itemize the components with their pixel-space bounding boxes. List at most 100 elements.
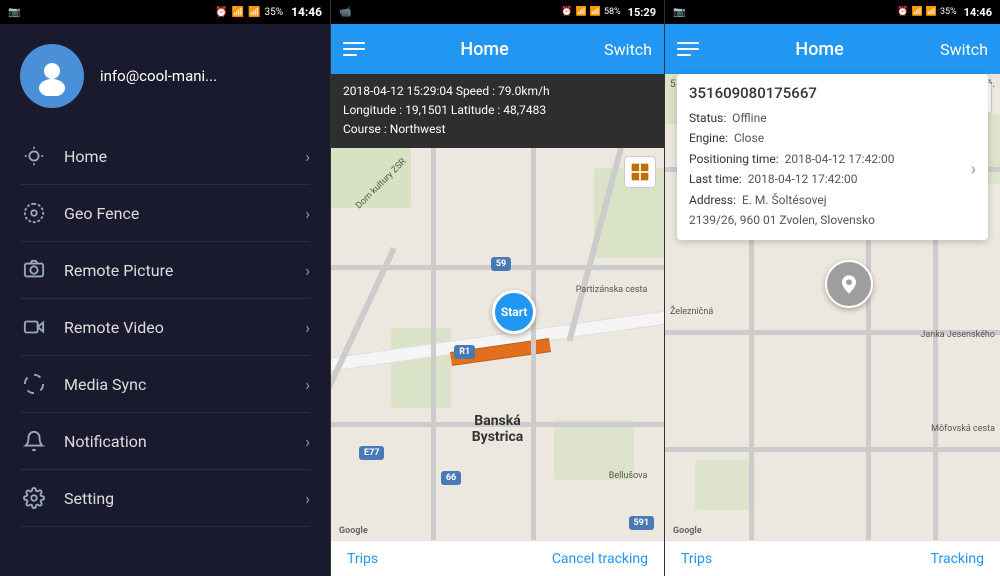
time-map: 15:29 bbox=[628, 6, 656, 19]
road-badge-r1: R1 bbox=[454, 345, 475, 359]
time-display: 14:46 bbox=[291, 5, 322, 19]
alarm-icon: ⏰ bbox=[215, 7, 227, 18]
hamburger-menu-device[interactable] bbox=[677, 42, 699, 56]
app-header-device: Home Switch bbox=[665, 24, 1000, 74]
status-bar-menu: 📷 ⏰ 📶 📶 35% 14:46 bbox=[0, 0, 330, 24]
status-icons-right: ⏰ 📶 📶 35% 14:46 bbox=[215, 5, 322, 19]
wifi-icon-map: 📶 bbox=[576, 7, 587, 17]
menu-item-home[interactable]: Home › bbox=[0, 128, 330, 184]
road-badge-59: 59 bbox=[491, 257, 511, 271]
trip-info-line1: 2018-04-12 15:29:04 Speed : 79.0km/h bbox=[343, 82, 652, 101]
tracking-link[interactable]: Tracking bbox=[931, 551, 984, 567]
bottom-bar-map: Trips Cancel tracking bbox=[331, 540, 664, 576]
avatar bbox=[20, 44, 84, 108]
map-container-trip: E77 R1 59 591 66 BanskáBystrica Dom kult… bbox=[331, 148, 664, 540]
battery-text: 35% bbox=[265, 7, 284, 18]
setting-chevron: › bbox=[305, 489, 310, 508]
hamburger-menu-map[interactable] bbox=[343, 42, 365, 56]
geo-fence-icon bbox=[20, 199, 48, 227]
engine-label: Engine: bbox=[689, 131, 728, 145]
switch-button-device[interactable]: Switch bbox=[940, 40, 988, 59]
menu-item-geo-fence[interactable]: Geo Fence › bbox=[0, 185, 330, 241]
address-detail: Address: E. M. Šoltésovej2139/26, 960 01… bbox=[689, 190, 971, 231]
profile-section: info@cool-mani... bbox=[0, 24, 330, 128]
geo-fence-chevron: › bbox=[305, 204, 310, 223]
city-label: BanskáBystrica bbox=[472, 413, 524, 445]
device-map-pin bbox=[825, 260, 873, 308]
status-bar-map: 📹 ⏰ 📶 📶 58% 15:29 bbox=[331, 0, 664, 24]
street-label-zeleznicna: Železničná bbox=[670, 307, 713, 317]
map-area-trip[interactable]: E77 R1 59 591 66 BanskáBystrica Dom kult… bbox=[331, 148, 664, 540]
status-icons-right-device: ⏰ 📶 📶 35% 14:46 bbox=[897, 6, 992, 19]
device-detail-row: Status: Offline Engine: Close Positionin… bbox=[689, 108, 976, 230]
trip-info-line2: Longitude : 19,1501 Latitude : 48,7483 bbox=[343, 101, 652, 120]
menu-item-setting[interactable]: Setting › bbox=[0, 470, 330, 526]
alarm-icon-device: ⏰ bbox=[897, 7, 908, 17]
home-chevron: › bbox=[305, 147, 310, 166]
last-time-detail: Last time: 2018-04-12 17:42:00 bbox=[689, 169, 971, 189]
detail-arrow-icon[interactable]: › bbox=[971, 159, 976, 180]
battery-map: 58% bbox=[604, 7, 621, 17]
signal-icon: 📶 bbox=[248, 7, 260, 18]
status-value: Offline bbox=[732, 111, 766, 125]
status-icons-left-map: 📹 bbox=[339, 7, 351, 18]
time-device: 14:46 bbox=[964, 6, 992, 19]
device-id: 351609080175667 bbox=[689, 84, 976, 102]
alarm-icon-map: ⏰ bbox=[561, 7, 572, 17]
home-icon bbox=[20, 142, 48, 170]
wifi-icon: 📶 bbox=[232, 7, 244, 18]
street-label-2: Partizánska cesta bbox=[576, 285, 648, 295]
camera-status-icon-device: 📷 bbox=[673, 7, 685, 18]
remote-video-chevron: › bbox=[305, 318, 310, 337]
remote-video-label: Remote Video bbox=[64, 318, 305, 337]
status-icons-left: 📷 bbox=[8, 7, 20, 18]
engine-detail: Engine: Close bbox=[689, 128, 971, 148]
signal-icon-map: 📶 bbox=[590, 7, 601, 17]
remote-picture-chevron: › bbox=[305, 261, 310, 280]
menu-item-notification[interactable]: Notification › bbox=[0, 413, 330, 469]
notification-label: Notification bbox=[64, 432, 305, 451]
menu-item-remote-picture[interactable]: Remote Picture › bbox=[0, 242, 330, 298]
setting-icon bbox=[20, 484, 48, 512]
last-value: 2018-04-12 17:42:00 bbox=[748, 172, 858, 186]
map-layer-button[interactable] bbox=[624, 156, 656, 188]
device-info-panel: 📷 ⏰ 📶 📶 35% 14:46 Home Switch 3516090801… bbox=[665, 0, 1000, 576]
header-title-device: Home bbox=[795, 39, 843, 60]
trips-link-map[interactable]: Trips bbox=[347, 551, 378, 567]
start-label: Start bbox=[492, 290, 536, 334]
street-label-janka: Janka Jesenského bbox=[920, 330, 995, 340]
remote-picture-icon bbox=[20, 256, 48, 284]
avatar-icon bbox=[32, 56, 72, 96]
status-icons-left-device: 📷 bbox=[673, 7, 685, 18]
positioning-detail: Positioning time: 2018-04-12 17:42:00 bbox=[689, 149, 971, 169]
road-badge-66: 66 bbox=[441, 471, 461, 485]
notification-chevron: › bbox=[305, 432, 310, 451]
menu-items-list: Home › Geo Fence › Remote Picture › bbox=[0, 128, 330, 576]
street-label-3: Bellušova bbox=[609, 471, 648, 481]
last-label: Last time: bbox=[689, 172, 742, 186]
status-detail: Status: Offline bbox=[689, 108, 971, 128]
menu-item-media-sync[interactable]: Media Sync › bbox=[0, 356, 330, 412]
wifi-icon-device: 📶 bbox=[912, 7, 923, 17]
engine-value: Close bbox=[734, 131, 764, 145]
address-label: Address: bbox=[689, 193, 736, 207]
camera-status-icon: 📷 bbox=[8, 7, 20, 18]
switch-button-map[interactable]: Switch bbox=[604, 40, 652, 59]
signal-icon-device: 📶 bbox=[926, 7, 937, 17]
device-details: Status: Offline Engine: Close Positionin… bbox=[689, 108, 971, 230]
app-header-map: Home Switch bbox=[331, 24, 664, 74]
cancel-tracking-link[interactable]: Cancel tracking bbox=[552, 551, 648, 567]
menu-item-remote-video[interactable]: Remote Video › bbox=[0, 299, 330, 355]
menu-panel: 📷 ⏰ 📶 📶 35% 14:46 info@cool-mani... bbox=[0, 0, 330, 576]
road-badge-591: 591 bbox=[629, 516, 655, 530]
start-marker: Start bbox=[492, 290, 536, 334]
trip-info-bar: 2018-04-12 15:29:04 Speed : 79.0km/h Lon… bbox=[331, 74, 664, 148]
trip-info-line3: Course : Northwest bbox=[343, 120, 652, 139]
home-label: Home bbox=[64, 147, 305, 166]
positioning-label: Positioning time: bbox=[689, 152, 779, 166]
geo-fence-label: Geo Fence bbox=[64, 204, 305, 223]
notification-icon bbox=[20, 427, 48, 455]
setting-label: Setting bbox=[64, 489, 305, 508]
device-pin-icon bbox=[825, 260, 873, 308]
trips-link-device[interactable]: Trips bbox=[681, 551, 712, 567]
